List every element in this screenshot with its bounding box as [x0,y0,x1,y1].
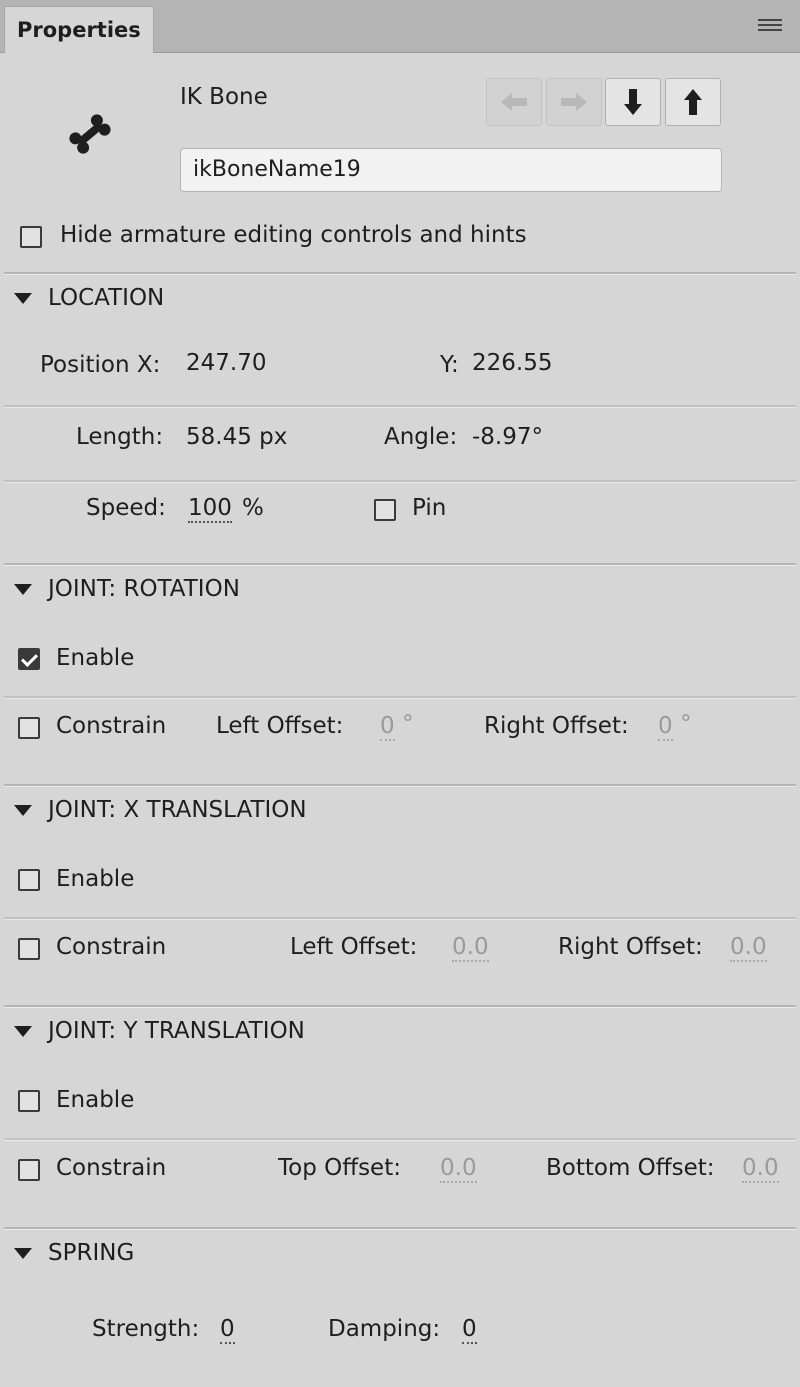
row-divider [4,696,796,699]
section-divider [4,784,796,787]
section-divider [4,272,796,275]
panel-tab-bar: Properties [0,0,800,53]
strength-value[interactable]: 0 [220,1316,235,1344]
arrow-down-icon [624,89,642,115]
triangle-down-icon[interactable] [14,805,32,816]
rotation-left-offset-label: Left Offset: [216,713,344,739]
y-translation-bottom-offset-label: Bottom Offset: [546,1155,715,1181]
hide-controls-label: Hide armature editing controls and hints [60,222,527,248]
hide-controls-checkbox[interactable] [20,226,42,248]
ik-bone-title: IK Bone [180,84,268,110]
prev-sibling-button[interactable] [486,78,542,126]
x-translation-constrain-checkbox[interactable] [18,938,40,960]
x-translation-right-offset-label: Right Offset: [558,934,703,960]
next-sibling-button[interactable] [546,78,602,126]
y-translation-bottom-offset-value[interactable]: 0.0 [742,1155,779,1183]
row-divider [4,480,796,483]
row-divider [4,1138,796,1141]
damping-value[interactable]: 0 [462,1316,477,1344]
length-label: Length: [76,424,164,450]
rotation-constrain-label: Constrain [56,713,167,739]
speed-value[interactable]: 100 [188,495,232,523]
pin-label: Pin [412,495,447,521]
rotation-right-offset-unit: ° [680,711,692,737]
x-translation-left-offset-label: Left Offset: [290,934,418,960]
section-divider [4,563,796,566]
angle-value: -8.97° [472,424,544,450]
properties-panel: Properties IK Bone ikBoneName19 Hide arm… [0,0,800,1387]
section-divider [4,1227,796,1230]
arrow-right-icon [561,93,587,111]
y-translation-enable-checkbox[interactable] [18,1090,40,1112]
bone-icon [69,114,111,154]
position-y-value[interactable]: 226.55 [472,350,552,376]
y-translation-constrain-checkbox[interactable] [18,1159,40,1181]
y-translation-constrain-label: Constrain [56,1155,167,1181]
y-translation-enable-label: Enable [56,1087,135,1113]
x-translation-left-offset-value[interactable]: 0.0 [452,934,489,962]
x-translation-enable-checkbox[interactable] [18,869,40,891]
triangle-down-icon[interactable] [14,1026,32,1037]
rotation-heading[interactable]: JOINT: ROTATION [48,576,240,602]
spring-heading[interactable]: SPRING [48,1240,134,1266]
location-heading[interactable]: LOCATION [48,285,164,311]
damping-label: Damping: [328,1316,441,1342]
x-translation-heading[interactable]: JOINT: X TRANSLATION [48,797,307,823]
parent-bone-button[interactable] [665,78,721,126]
section-divider [4,1005,796,1008]
rotation-left-offset-unit: ° [402,711,414,737]
pin-checkbox[interactable] [374,499,396,521]
panel-menu-icon[interactable] [758,19,782,35]
position-y-label: Y: [440,352,459,378]
rotation-enable-label: Enable [56,645,135,671]
rotation-right-offset-value[interactable]: 0 [658,713,673,741]
x-translation-enable-label: Enable [56,866,135,892]
row-divider [4,917,796,920]
row-divider [4,405,796,408]
y-translation-top-offset-value[interactable]: 0.0 [440,1155,477,1183]
triangle-down-icon[interactable] [14,584,32,595]
arrow-left-icon [501,93,527,111]
position-x-label: Position X: [40,352,161,378]
rotation-right-offset-label: Right Offset: [484,713,629,739]
speed-unit: % [242,495,264,521]
position-x-value[interactable]: 247.70 [186,350,266,376]
rotation-enable-checkbox[interactable] [18,648,40,670]
x-translation-constrain-label: Constrain [56,934,167,960]
y-translation-heading[interactable]: JOINT: Y TRANSLATION [48,1018,305,1044]
y-translation-top-offset-label: Top Offset: [278,1155,401,1181]
child-bone-button[interactable] [605,78,661,126]
triangle-down-icon[interactable] [14,293,32,304]
length-value: 58.45 px [186,424,288,450]
speed-label: Speed: [86,495,166,521]
x-translation-right-offset-value[interactable]: 0.0 [730,934,767,962]
rotation-constrain-checkbox[interactable] [18,717,40,739]
bone-name-input[interactable]: ikBoneName19 [180,148,722,192]
triangle-down-icon[interactable] [14,1248,32,1259]
tab-properties[interactable]: Properties [4,6,154,53]
rotation-left-offset-value[interactable]: 0 [380,713,395,741]
angle-label: Angle: [384,424,458,450]
strength-label: Strength: [92,1316,200,1342]
arrow-up-icon [684,89,702,115]
